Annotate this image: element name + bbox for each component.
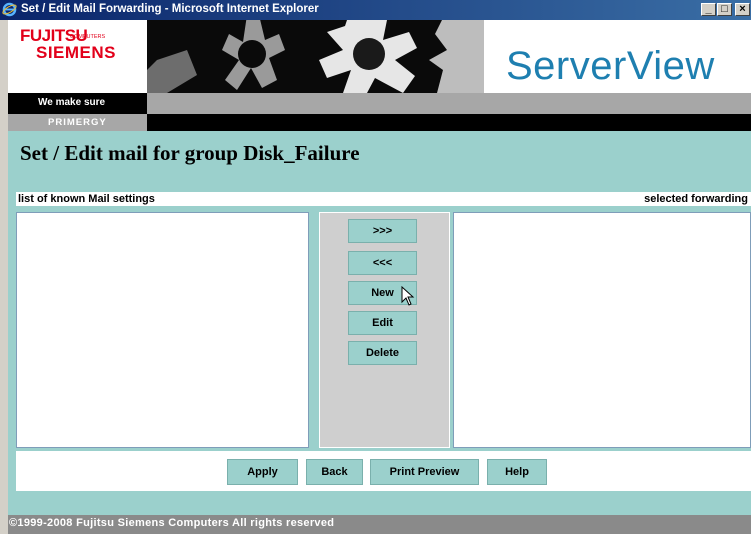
apply-button[interactable]: Apply	[227, 459, 298, 485]
gears-banner-image	[147, 20, 484, 93]
mouse-pointer-icon	[401, 286, 415, 306]
selected-forwarding-list[interactable]	[453, 212, 751, 448]
primergy-text: PRIMERGY	[48, 117, 107, 128]
action-button-panel: >>> <<< New Edit Delete	[319, 212, 450, 448]
help-button[interactable]: Help	[487, 459, 547, 485]
bottom-button-bar: Apply Back Print Preview Help	[16, 451, 751, 491]
known-mail-settings-list[interactable]	[16, 212, 309, 448]
minimize-button[interactable]: _	[701, 3, 716, 16]
edit-button[interactable]: Edit	[348, 311, 417, 335]
page-title: Set / Edit mail for group Disk_Failure	[20, 141, 360, 165]
selected-forwarding-label: selected forwarding	[644, 193, 748, 205]
back-button[interactable]: Back	[306, 459, 363, 485]
print-preview-button[interactable]: Print Preview	[370, 459, 479, 485]
delete-button[interactable]: Delete	[348, 341, 417, 365]
window-titlebar: Set / Edit Mail Forwarding - Microsoft I…	[0, 0, 751, 20]
logo-siemens-text: SIEMENS	[36, 43, 117, 62]
logo-computers-text: COMPUTERS	[70, 34, 106, 40]
known-mail-settings-label: list of known Mail settings	[18, 193, 155, 205]
close-button[interactable]: ×	[735, 3, 750, 16]
serverview-brand: ServerView	[484, 20, 751, 93]
gears-icon	[147, 20, 484, 93]
tagline-text: We make sure	[38, 97, 106, 108]
serverview-title: ServerView	[506, 44, 715, 88]
header-gray-band	[147, 93, 751, 114]
window-left-border	[0, 20, 8, 534]
main-content: Set / Edit mail for group Disk_Failure l…	[8, 131, 751, 515]
tagline-bar: We make sure	[8, 93, 147, 114]
list-headers: list of known Mail settings selected for…	[16, 192, 751, 206]
remove-forwarding-button[interactable]: <<<	[348, 251, 417, 275]
copyright-text: ©1999-2008 Fujitsu Siemens Computers All…	[9, 517, 335, 529]
add-forwarding-button[interactable]: >>>	[348, 219, 417, 243]
maximize-button[interactable]: □	[717, 3, 732, 16]
header-black-band	[147, 114, 751, 131]
window-title: Set / Edit Mail Forwarding - Microsoft I…	[21, 3, 319, 15]
primergy-bar: PRIMERGY	[8, 114, 147, 131]
fujitsu-siemens-logo: FUJITSU COMPUTERS SIEMENS	[8, 20, 147, 93]
internet-explorer-icon	[2, 2, 17, 17]
footer-bar: ©1999-2008 Fujitsu Siemens Computers All…	[8, 515, 751, 534]
